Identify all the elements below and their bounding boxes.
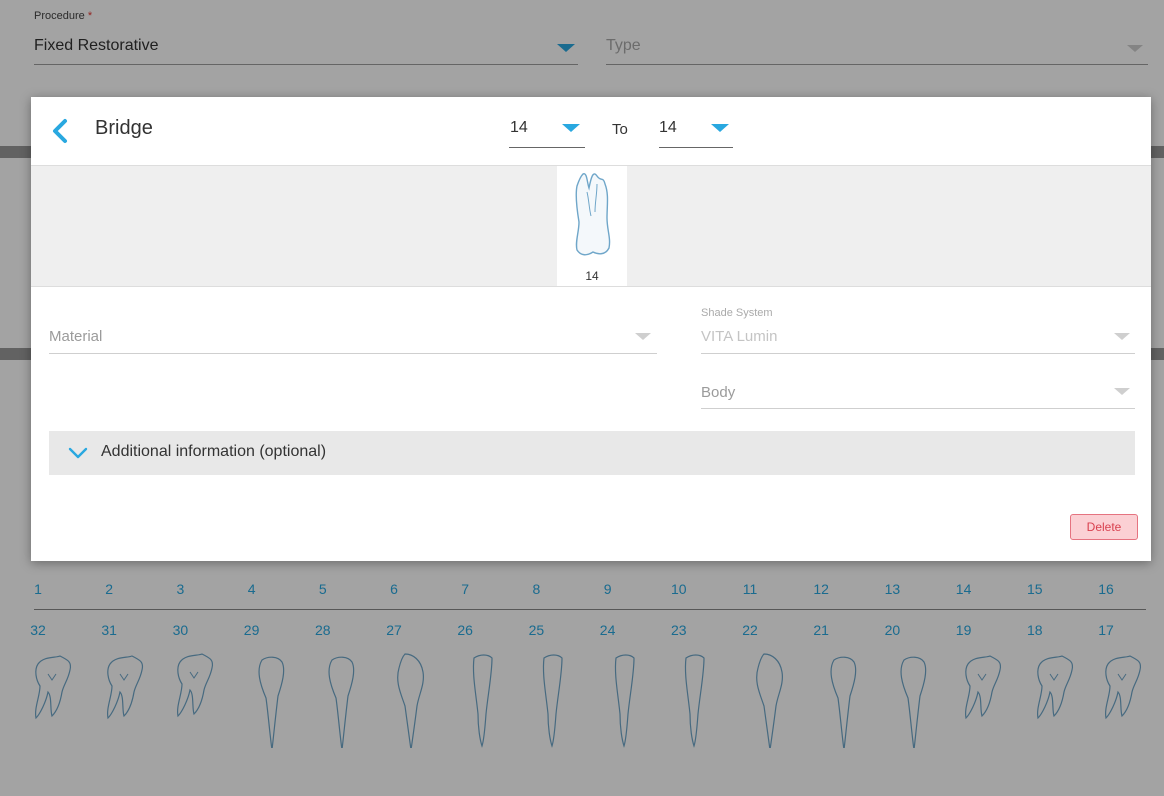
from-tooth-dropdown-icon[interactable] [562,124,580,132]
body-underline [701,408,1135,409]
body-placeholder[interactable]: Body [701,384,735,401]
dialog-title: Bridge [95,117,153,139]
selected-tooth-number: 14 [585,269,599,283]
from-tooth-value[interactable]: 14 [510,119,528,137]
chevron-down-icon [68,447,88,459]
back-button[interactable] [49,117,71,145]
selected-tooth-card[interactable]: 14 [557,166,627,286]
to-tooth-dropdown-icon[interactable] [711,124,729,132]
delete-button[interactable]: Delete [1070,514,1138,540]
additional-info-label: Additional information (optional) [101,443,327,460]
shade-system-dropdown-icon[interactable] [1114,333,1130,340]
shade-system-underline [701,353,1135,354]
from-tooth-underline [509,147,585,148]
material-placeholder[interactable]: Material [49,328,102,345]
chevron-left-icon [53,119,67,143]
shade-system-value[interactable]: VITA Lumin [701,328,777,345]
material-underline [49,353,657,354]
molar-tooth-icon [575,173,611,256]
to-tooth-underline [659,147,733,148]
additional-info-expander[interactable]: Additional information (optional) [49,431,1135,475]
to-label: To [612,121,628,138]
body-dropdown-icon[interactable] [1114,388,1130,395]
to-tooth-value[interactable]: 14 [659,119,677,137]
bridge-dialog: Bridge 14 To 14 14 Material Shade System… [31,97,1151,561]
shade-system-label: Shade System [701,307,773,319]
material-dropdown-icon[interactable] [635,333,651,340]
